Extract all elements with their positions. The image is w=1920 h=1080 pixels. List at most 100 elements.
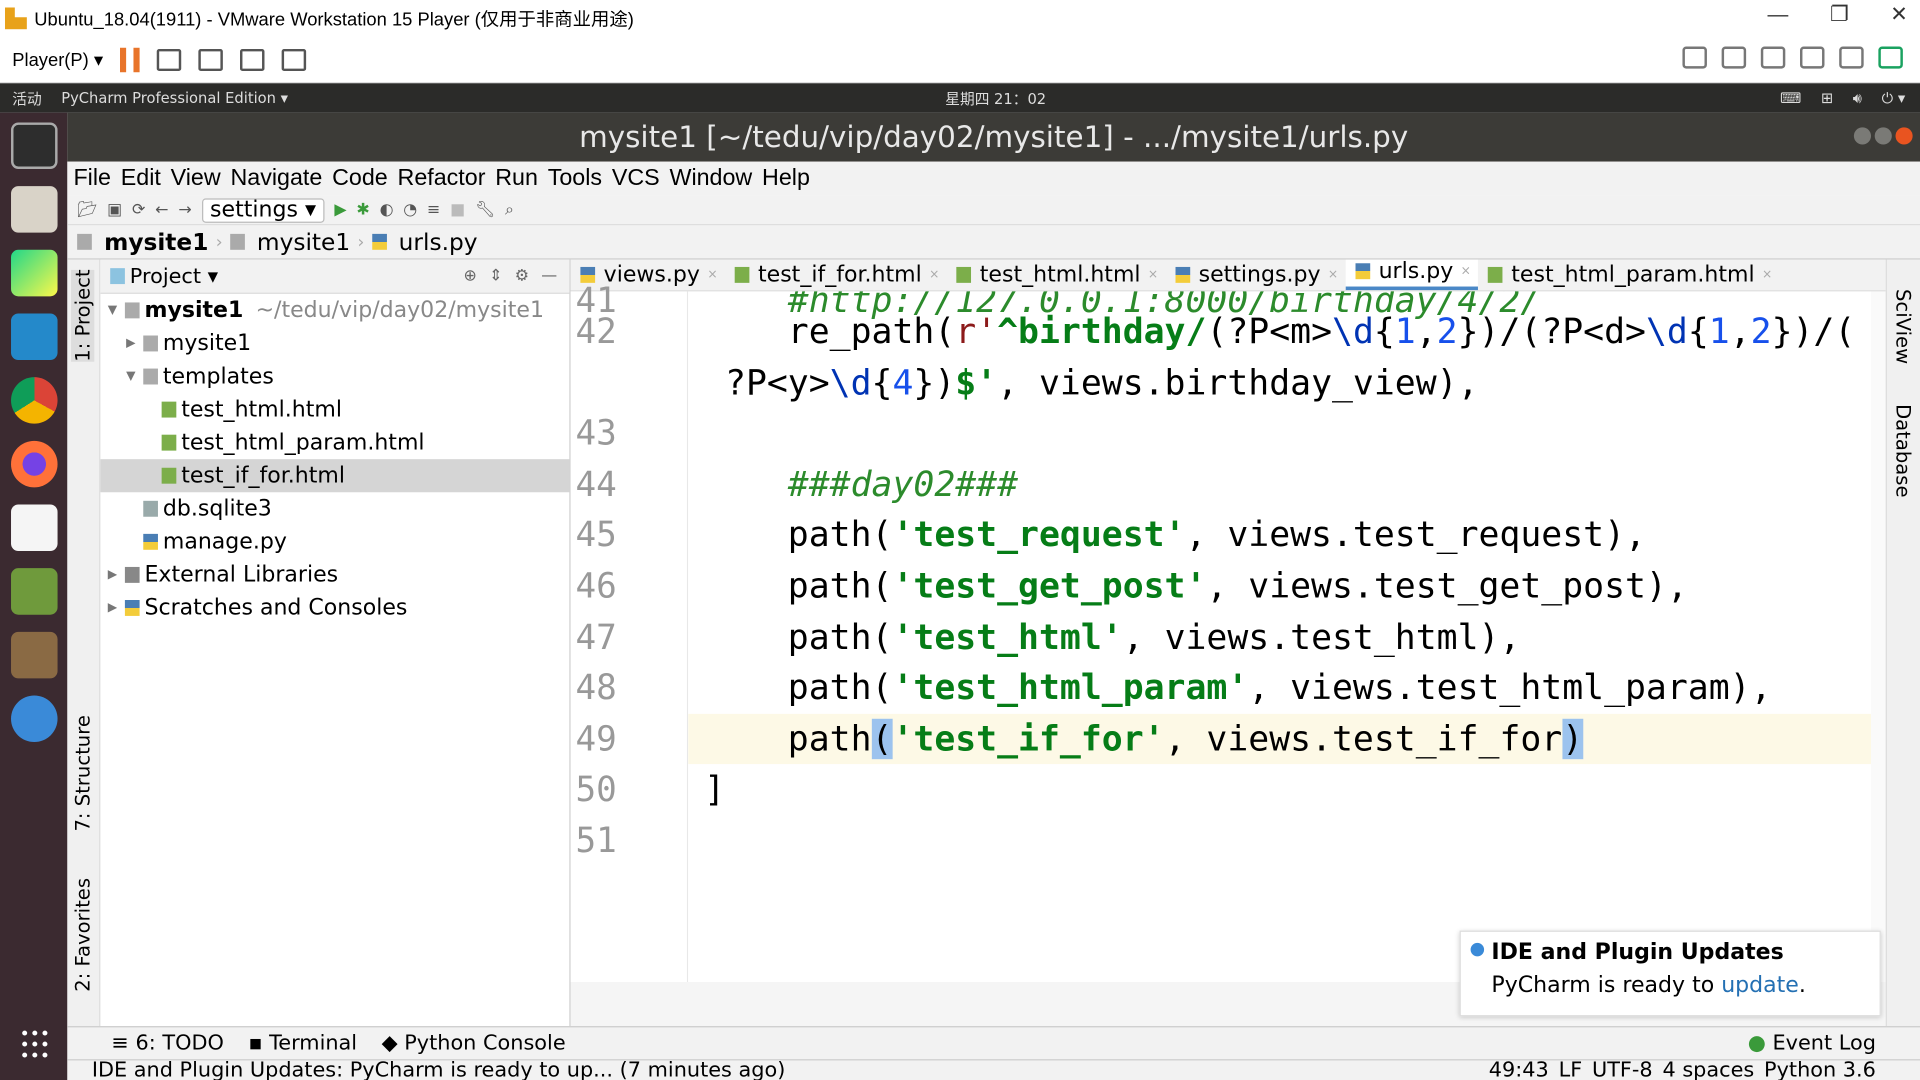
app-menu[interactable]: PyCharm Professional Edition ▾ <box>61 89 288 106</box>
expand-arrow-icon[interactable]: ▼ <box>126 370 143 383</box>
close-tab-icon[interactable]: × <box>929 268 939 281</box>
unity-icon[interactable] <box>281 48 307 71</box>
sound-icon[interactable] <box>1839 46 1864 69</box>
tab-test_html_param-html[interactable]: test_html_param.html × <box>1478 262 1779 290</box>
project-view-select[interactable]: Project ▾ <box>130 264 218 288</box>
activities-button[interactable]: 活动 <box>12 88 41 109</box>
close-tab-icon[interactable]: × <box>1148 268 1158 281</box>
search-icon[interactable]: ⌕ <box>505 201 514 219</box>
player-menu[interactable]: Player(P) ▾ <box>12 48 103 71</box>
pause-icon[interactable] <box>120 47 140 72</box>
menu-code[interactable]: Code <box>332 165 388 192</box>
stop-icon[interactable]: ■ <box>450 201 465 219</box>
event-log-button[interactable]: ● Event Log <box>1748 1031 1876 1055</box>
menu-run[interactable]: Run <box>495 165 538 192</box>
code-editor[interactable]: #http://127.0.0.1:8000/birthday/4/2/ re_… <box>688 291 1872 983</box>
menu-file[interactable]: File <box>73 165 111 192</box>
close-tab-icon[interactable]: × <box>1762 268 1772 281</box>
vscode-icon[interactable] <box>10 313 57 361</box>
menu-view[interactable]: View <box>171 165 221 192</box>
concurrency-icon[interactable]: ≡ <box>427 201 440 219</box>
close-button[interactable]: ✕ <box>1890 2 1907 26</box>
sync-icon[interactable]: ⟳ <box>132 201 145 219</box>
pycharm-icon[interactable] <box>10 249 57 297</box>
tab-favorites[interactable]: 2: Favorites <box>71 878 94 992</box>
menu-window[interactable]: Window <box>669 165 752 192</box>
device-icon[interactable] <box>1682 46 1707 69</box>
breadcrumb-item[interactable]: urls.py <box>399 228 478 255</box>
device-icon[interactable] <box>1760 46 1786 69</box>
gear-icon[interactable]: ⚙ <box>515 267 529 285</box>
open-icon[interactable]: 📂︎ <box>77 201 97 219</box>
back-icon[interactable]: ← <box>155 201 168 219</box>
menu-navigate[interactable]: Navigate <box>230 165 322 192</box>
tab-python-console[interactable]: ◆ Python Console <box>382 1031 566 1055</box>
tree-item[interactable]: test_html_param.html <box>100 426 569 459</box>
forward-icon[interactable]: → <box>178 201 191 219</box>
tab-settings-py[interactable]: settings.py × <box>1166 262 1346 290</box>
tab-terminal[interactable]: ▪ Terminal <box>248 1031 357 1055</box>
tree-item[interactable]: test_if_for.html <box>100 459 570 493</box>
expand-arrow-icon[interactable]: ▶ <box>126 337 143 350</box>
tree-item[interactable]: ▼ mysite1 ~/tedu/vip/day02/mysite1 <box>100 294 569 327</box>
tab-urls-py[interactable]: urls.py × <box>1345 259 1479 291</box>
show-apps-icon[interactable]: ••• ••• ••• <box>20 1026 50 1065</box>
tab-test_if_for-html[interactable]: test_if_for.html × <box>725 262 947 290</box>
paint-icon[interactable] <box>10 631 57 679</box>
files-icon[interactable] <box>10 186 57 233</box>
tree-item[interactable]: manage.py <box>100 525 569 558</box>
hide-icon[interactable]: — <box>541 267 557 285</box>
indent-setting[interactable]: 4 spaces <box>1662 1058 1754 1080</box>
update-link[interactable]: update <box>1721 972 1799 998</box>
menu-help[interactable]: Help <box>762 165 810 192</box>
wrench-icon[interactable]: 🔧︎ <box>475 201 495 219</box>
send-ctrl-alt-del-icon[interactable] <box>157 48 182 71</box>
status-message[interactable]: IDE and Plugin Updates: PyCharm is ready… <box>92 1058 786 1080</box>
chrome-icon[interactable] <box>10 377 57 424</box>
notes-icon[interactable] <box>1878 46 1903 69</box>
tree-item[interactable]: ▶ mysite1 <box>100 327 569 360</box>
run-icon[interactable]: ▶ <box>334 201 346 219</box>
help-icon[interactable] <box>10 695 57 743</box>
device-icon[interactable] <box>1721 46 1747 69</box>
typora-icon[interactable] <box>10 504 57 552</box>
tab-structure[interactable]: 7: Structure <box>71 715 94 831</box>
tree-item[interactable]: ▶ Scratches and Consoles <box>100 591 569 624</box>
tab-todo[interactable]: ≡ 6: TODO <box>111 1031 223 1055</box>
menu-edit[interactable]: Edit <box>121 165 161 192</box>
coverage-icon[interactable]: ◐ <box>380 201 394 219</box>
minimize-button[interactable]: — <box>1768 2 1789 26</box>
tab-project[interactable]: 1: Project <box>71 269 95 362</box>
interpreter[interactable]: Python 3.6 <box>1764 1058 1876 1080</box>
tree-item[interactable]: test_html.html <box>100 393 569 426</box>
network-icon[interactable]: ⊞ <box>1821 89 1833 107</box>
minimize-button[interactable] <box>1853 127 1872 145</box>
fullscreen-icon[interactable] <box>240 48 265 71</box>
tab-sciview[interactable]: SciView <box>1892 289 1915 364</box>
update-notification[interactable]: IDE and Plugin Updates PyCharm is ready … <box>1459 930 1881 1017</box>
run-config-select[interactable]: settings ▾ <box>201 197 325 223</box>
debug-icon[interactable]: ✱ <box>356 201 369 219</box>
tab-test_html-html[interactable]: test_html.html × <box>947 262 1166 290</box>
printer-icon[interactable] <box>1800 46 1825 69</box>
breadcrumb-item[interactable]: mysite1 <box>257 228 350 255</box>
locate-icon[interactable]: ⊕ <box>464 267 477 285</box>
menu-refactor[interactable]: Refactor <box>398 165 486 192</box>
profile-icon[interactable]: ◔ <box>403 201 417 219</box>
terminal-icon[interactable] <box>10 122 57 169</box>
power-icon[interactable]: ⏻ ▾ <box>1882 89 1906 107</box>
removable-devices-icon[interactable] <box>198 48 224 71</box>
close-tab-icon[interactable]: × <box>1461 264 1471 277</box>
breadcrumb-item[interactable]: mysite1 <box>104 228 208 255</box>
expand-arrow-icon[interactable]: ▶ <box>108 568 125 581</box>
tree-item[interactable]: ▶ External Libraries <box>100 558 569 591</box>
caret-position[interactable]: 49:43 <box>1489 1058 1549 1080</box>
menu-vcs[interactable]: VCS <box>612 165 660 192</box>
books-icon[interactable] <box>10 568 57 615</box>
volume-icon[interactable]: 🔊︎ <box>1853 89 1862 107</box>
maximize-button[interactable]: ❐ <box>1830 2 1849 26</box>
close-button[interactable] <box>1895 127 1913 145</box>
close-tab-icon[interactable]: × <box>1328 268 1338 281</box>
save-icon[interactable]: ▣ <box>107 201 122 219</box>
tree-item[interactable]: ▼ templates <box>100 360 569 393</box>
